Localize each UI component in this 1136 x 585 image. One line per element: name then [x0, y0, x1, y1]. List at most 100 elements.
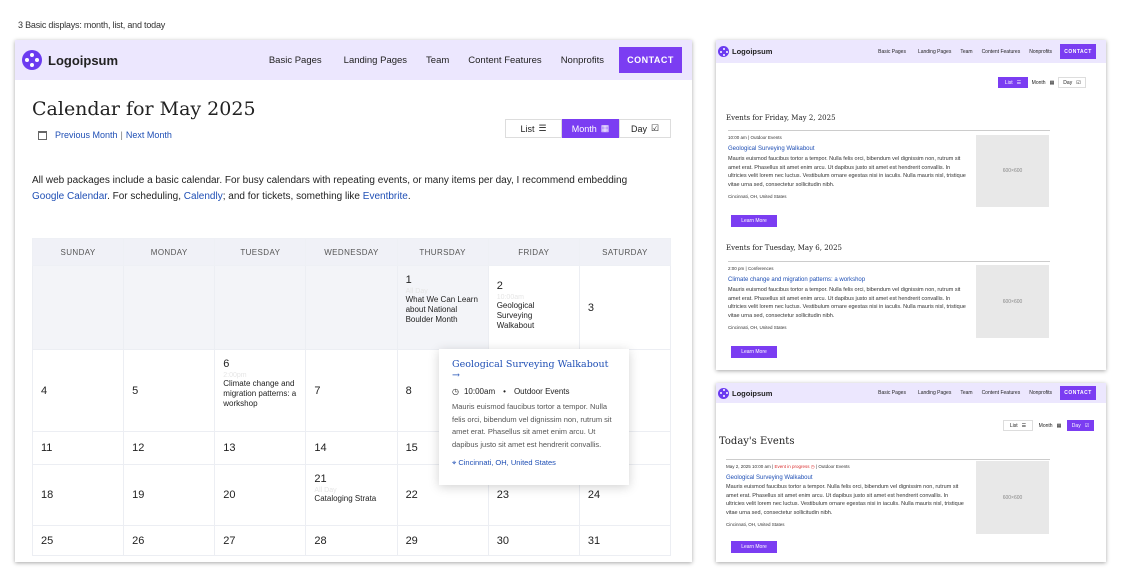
intro-part: .: [407, 190, 411, 202]
calendar-grid-icon: ▦: [1049, 79, 1055, 86]
logo[interactable]: Logoipsum: [22, 50, 118, 70]
placeholder-label: 600×600: [1002, 298, 1023, 305]
event-image-placeholder: 600×600: [976, 461, 1049, 534]
calendar-event-title[interactable]: Geological Surveying Walkabout: [497, 301, 571, 331]
learn-more-button[interactable]: Learn More: [731, 215, 777, 227]
day-view-button[interactable]: Day ☑: [619, 119, 671, 138]
nav-landing-pages[interactable]: Landing Pages: [918, 390, 951, 396]
list-group-heading: Events for Tuesday, May 6, 2025: [726, 244, 843, 252]
weekday-header: SUNDAY: [31, 238, 125, 266]
event-date: May 2, 2025 10:00 am: [726, 464, 771, 469]
day-number: 5: [132, 384, 139, 397]
day-cell[interactable]: 14: [305, 431, 398, 465]
list-view-button[interactable]: List ☰: [1003, 420, 1033, 431]
nav-team[interactable]: Team: [960, 390, 972, 396]
logo-icon: [22, 50, 42, 70]
nav-content-features[interactable]: Content Features: [982, 49, 1021, 55]
nav-landing-pages[interactable]: Landing Pages: [918, 49, 951, 55]
contact-button[interactable]: CONTACT: [1060, 386, 1096, 400]
nav-content-features[interactable]: Content Features: [982, 390, 1021, 396]
day-cell[interactable]: 27: [214, 525, 307, 556]
nav-nonprofits[interactable]: Nonprofits: [1029, 390, 1052, 396]
calendly-link[interactable]: Calendly: [184, 191, 223, 202]
day-cell[interactable]: 12: [123, 431, 216, 465]
google-calendar-link[interactable]: Google Calendar: [32, 191, 107, 202]
nav-team[interactable]: Team: [426, 55, 449, 66]
calendar-event-title[interactable]: Climate change and migration patterns: a…: [223, 379, 297, 409]
logo-icon: [718, 46, 729, 57]
event-description: Mauris euismod faucibus tortor a tempor.…: [728, 156, 966, 188]
nav-basic-pages[interactable]: Basic Pages: [878, 49, 906, 55]
nav-team[interactable]: Team: [960, 49, 972, 55]
day-number: 30: [496, 534, 509, 547]
nav-nonprofits[interactable]: Nonprofits: [1029, 49, 1052, 55]
day-cell[interactable]: 20: [214, 464, 307, 526]
day-cell[interactable]: 25: [31, 525, 125, 556]
calendar-icon: [38, 130, 47, 140]
learn-more-button[interactable]: Learn More: [731, 346, 777, 358]
next-month-link[interactable]: Next Month: [126, 130, 172, 140]
main-nav: Basic Pages Landing Pages Team Content F…: [878, 386, 1096, 400]
list-view-button[interactable]: List ☰: [505, 119, 562, 138]
contact-button[interactable]: CONTACT: [1060, 44, 1096, 59]
event-description: Mauris euismod faucibus tortor a tempor.…: [726, 484, 964, 516]
learn-more-button[interactable]: Learn More: [731, 541, 777, 553]
day-number: 22: [405, 489, 418, 501]
day-cell[interactable]: 21 All Day Cataloging Strata: [305, 464, 398, 526]
day-cell[interactable]: 13: [214, 431, 307, 465]
list-group-heading: Events for Friday, May 2, 2025: [726, 114, 836, 122]
contact-button[interactable]: CONTACT: [619, 47, 682, 73]
day-number: 19: [132, 489, 145, 501]
day-cell[interactable]: 31: [578, 525, 672, 556]
logo-icon: [718, 387, 729, 399]
nav-basic-pages[interactable]: Basic Pages: [269, 55, 322, 66]
empty-day-cell: [123, 265, 216, 350]
day-cell[interactable]: 30: [487, 525, 580, 556]
logo[interactable]: Logoipsum: [718, 46, 772, 57]
empty-day-cell: [305, 265, 398, 350]
event-category: Conferences: [747, 266, 774, 271]
day-cell[interactable]: 26: [123, 525, 216, 556]
view-switcher: List ☰ Month ▦ Day ☑: [505, 119, 671, 138]
popover-location[interactable]: ⌖ Cincinnati, OH, United States: [452, 458, 616, 468]
day-number: 8: [405, 384, 412, 397]
day-cell[interactable]: 3: [578, 265, 672, 350]
intro-text: All web packages include a basic calenda…: [32, 173, 662, 204]
month-view-button[interactable]: Month ▦: [1028, 77, 1058, 88]
calendar-event-title[interactable]: Cataloging Strata: [314, 494, 388, 504]
day-view-button[interactable]: Day ☑: [1058, 77, 1086, 88]
day-cell[interactable]: 4: [31, 349, 125, 432]
nav-basic-pages[interactable]: Basic Pages: [878, 390, 906, 396]
day-number: 23: [496, 489, 509, 501]
logo[interactable]: Logoipsum: [718, 387, 772, 399]
event-image-placeholder: 600×600: [976, 135, 1049, 207]
day-cell[interactable]: 7: [305, 349, 398, 432]
nav-content-features[interactable]: Content Features: [468, 55, 541, 66]
day-number: 25: [41, 534, 54, 547]
day-cell[interactable]: 1 All Day What We Can Learn about National…: [396, 265, 489, 350]
nav-landing-pages[interactable]: Landing Pages: [344, 55, 407, 66]
day-cell[interactable]: 18: [31, 464, 125, 526]
day-cell[interactable]: 6 2:00pm Climate change and migration patt…: [214, 349, 307, 432]
event-image-placeholder: 600×600: [976, 265, 1049, 338]
day-cell[interactable]: 28: [305, 525, 398, 556]
intro-part: ; and for tickets, something like: [222, 190, 363, 202]
day-view-button[interactable]: Day ☑: [1067, 420, 1094, 431]
day-cell[interactable]: 11: [31, 431, 125, 465]
list-view-button[interactable]: List ☰: [998, 77, 1028, 88]
day-number: 12: [132, 442, 145, 454]
day-cell[interactable]: 29: [396, 525, 489, 556]
day-cell[interactable]: 5: [123, 349, 216, 432]
popover-event-title[interactable]: Geological Surveying Walkabout →: [452, 359, 616, 381]
month-view-button[interactable]: Month ▦: [562, 119, 619, 138]
nav-nonprofits[interactable]: Nonprofits: [561, 55, 604, 66]
clock-icon: ◷: [452, 387, 459, 396]
day-number: 7: [314, 384, 321, 397]
day-cell[interactable]: 19: [123, 464, 216, 526]
eventbrite-link[interactable]: Eventbrite: [363, 191, 408, 202]
calendar-event-title[interactable]: What We Can Learn about National Boulder…: [406, 295, 480, 325]
month-view-button[interactable]: Month ▦: [1033, 420, 1067, 431]
previous-month-link[interactable]: Previous Month: [55, 130, 118, 140]
popover-meta: ◷ 10:00am • Outdoor Events: [452, 387, 616, 396]
day-cell[interactable]: 2 10:00am Geological Surveying Walkabout: [487, 265, 580, 350]
